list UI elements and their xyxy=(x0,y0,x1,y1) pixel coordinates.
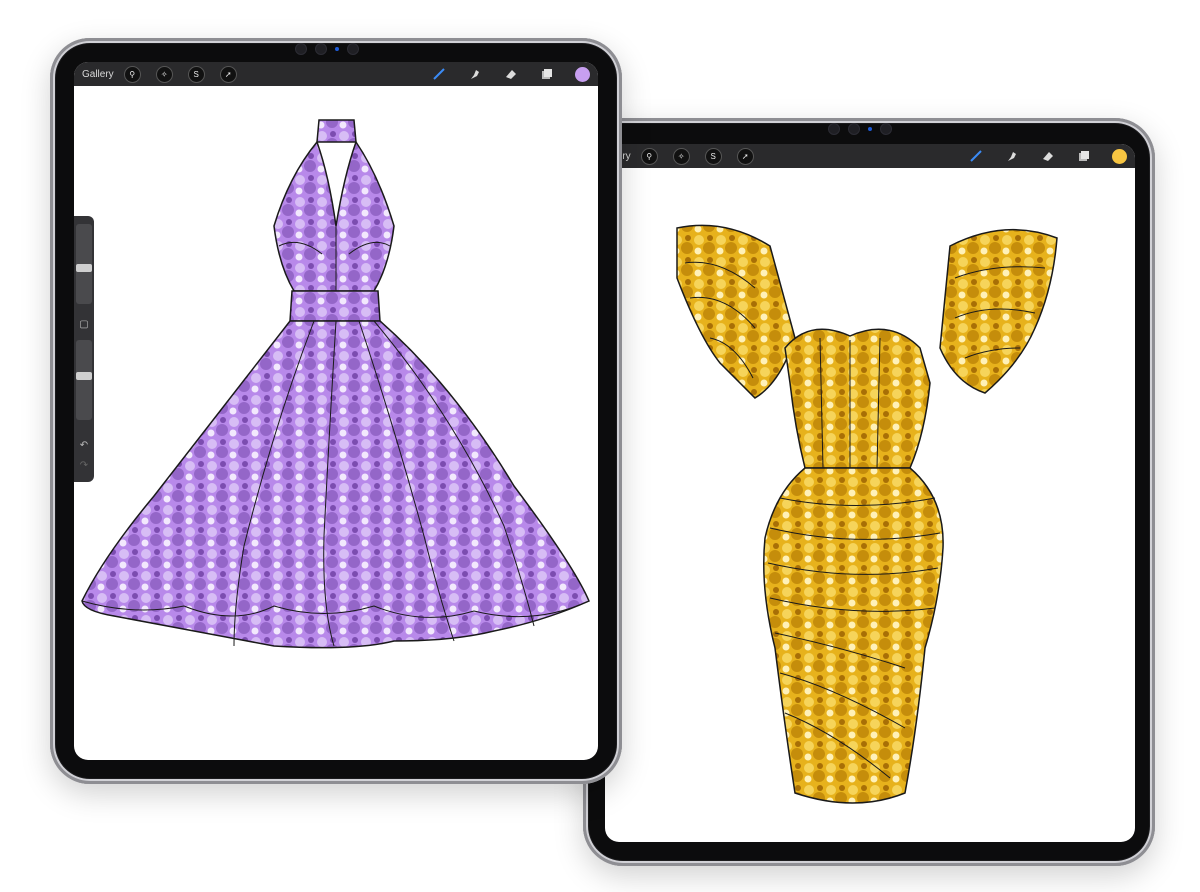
layers-icon[interactable] xyxy=(539,66,555,82)
purple-dress-drawing xyxy=(81,119,590,649)
right-ipad: Gallery ⚲ ✧ S ➚ xyxy=(580,118,1155,866)
magic-wand-icon[interactable]: ✧ xyxy=(155,65,173,83)
wrench-icon[interactable]: ⚲ xyxy=(640,147,658,165)
left-toolbar: Gallery ⚲ ✧ S ➚ xyxy=(74,62,598,86)
smudge-icon[interactable] xyxy=(467,66,483,82)
magic-wand-icon[interactable]: ✧ xyxy=(672,147,690,165)
eraser-icon[interactable] xyxy=(503,66,519,82)
color-swatch[interactable] xyxy=(575,66,590,82)
smudge-icon[interactable] xyxy=(1004,148,1020,164)
gold-dress-drawing xyxy=(676,224,1058,804)
eraser-icon[interactable] xyxy=(1040,148,1056,164)
transform-arrow-icon[interactable]: ➚ xyxy=(736,147,754,165)
selection-icon[interactable]: S xyxy=(187,65,205,83)
left-ipad: Gallery ⚲ ✧ S ➚ ▢ ↶ ↷ xyxy=(50,38,622,784)
right-ipad-screen: Gallery ⚲ ✧ S ➚ xyxy=(605,144,1135,842)
color-swatch[interactable] xyxy=(1112,148,1127,164)
right-toolbar: Gallery ⚲ ✧ S ➚ xyxy=(605,144,1135,168)
left-ipad-screen: Gallery ⚲ ✧ S ➚ ▢ ↶ ↷ xyxy=(74,62,598,760)
right-ipad-camera xyxy=(828,123,892,135)
layers-icon[interactable] xyxy=(1076,148,1092,164)
brush-icon[interactable] xyxy=(968,148,984,164)
transform-arrow-icon[interactable]: ➚ xyxy=(219,65,237,83)
left-ipad-camera xyxy=(295,43,359,55)
gallery-button[interactable]: Gallery xyxy=(82,69,114,80)
wrench-icon[interactable]: ⚲ xyxy=(123,65,141,83)
selection-icon[interactable]: S xyxy=(704,147,722,165)
brush-icon[interactable] xyxy=(431,66,447,82)
